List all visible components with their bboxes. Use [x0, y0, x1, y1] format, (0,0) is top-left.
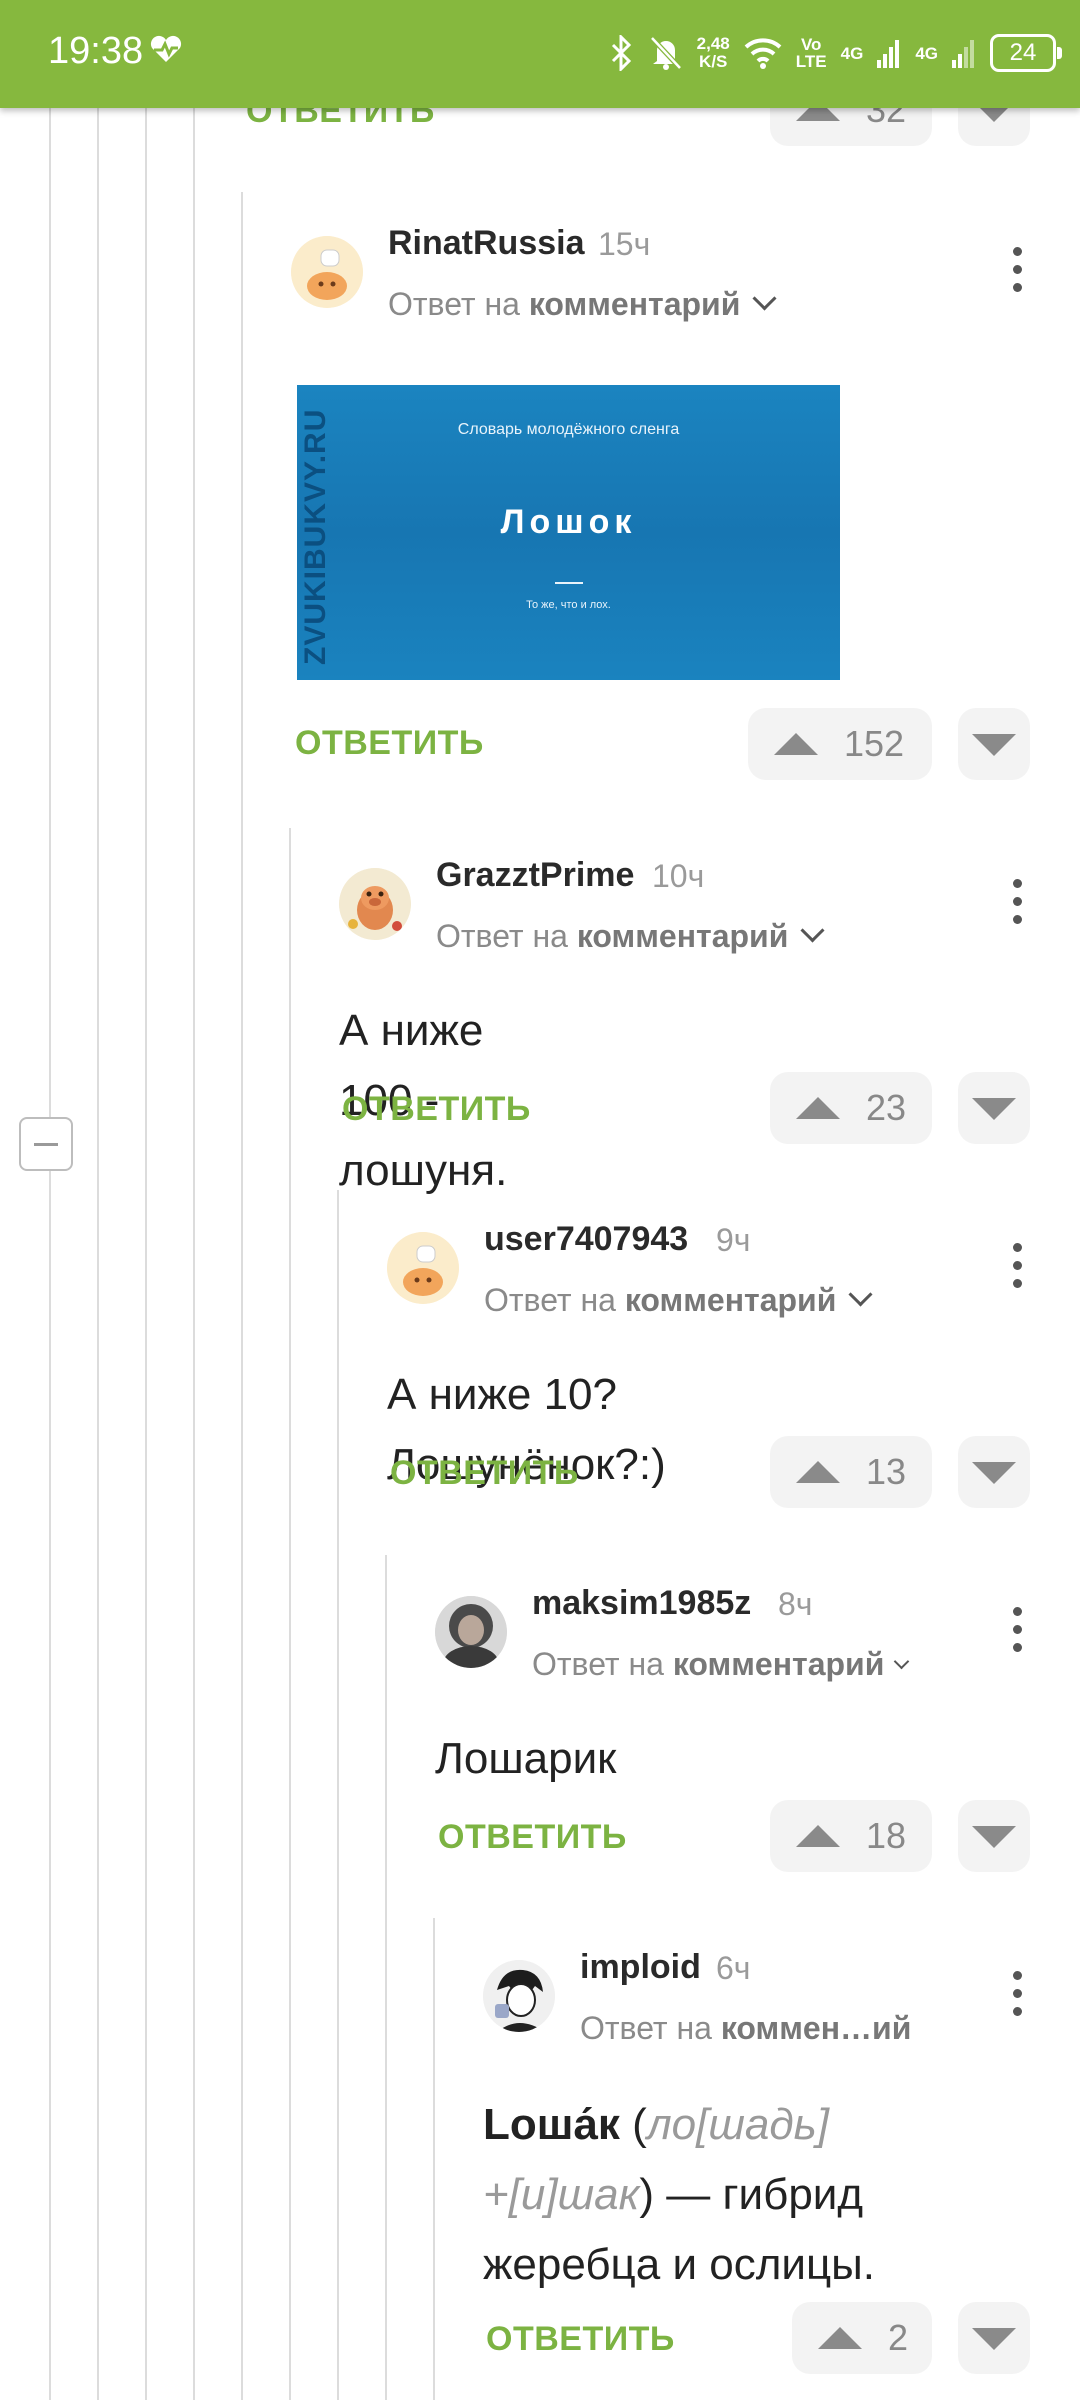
- comment-time: 10ч: [652, 858, 705, 894]
- thread-line[interactable]: [241, 192, 243, 2400]
- thread-line: [49, 108, 51, 2400]
- upvote-button[interactable]: 18: [770, 1800, 932, 1872]
- comment-time: 8ч: [778, 1586, 813, 1622]
- upvote-button[interactable]: 2: [792, 2302, 932, 2374]
- more-options-icon[interactable]: [1012, 247, 1022, 292]
- thread-line[interactable]: [433, 1918, 435, 2400]
- more-options-icon[interactable]: [1012, 879, 1022, 924]
- downvote-button[interactable]: [958, 708, 1030, 780]
- man-avatar-icon: [435, 1596, 507, 1668]
- more-options-icon[interactable]: [1012, 1971, 1022, 2016]
- comment-time: 15ч: [598, 226, 651, 262]
- downvote-button[interactable]: [958, 2302, 1030, 2374]
- thread-line[interactable]: [289, 828, 291, 2400]
- chef-avatar-icon: [291, 236, 363, 308]
- reply-to[interactable]: Ответ на комментарий: [484, 1282, 873, 1319]
- upvote-button[interactable]: 13: [770, 1436, 932, 1508]
- vote-count: 23: [866, 1087, 907, 1128]
- upvote-button[interactable]: 152: [748, 708, 932, 780]
- reply-button[interactable]: ОТВЕТИТЬ: [438, 1818, 627, 1857]
- arrow-up-icon: [818, 2327, 862, 2349]
- collapse-thread-button[interactable]: [19, 1117, 73, 1171]
- avatar[interactable]: [387, 1232, 459, 1304]
- downvote-button[interactable]: [958, 1436, 1030, 1508]
- vote-count: 2: [888, 2317, 909, 2358]
- vote-count: 13: [866, 1451, 907, 1492]
- vote-count: 18: [866, 1815, 907, 1856]
- author-name[interactable]: user7407943: [484, 1220, 688, 1259]
- arrow-down-icon: [972, 1462, 1016, 1484]
- reply-button[interactable]: ОТВЕТИТЬ: [390, 1454, 579, 1493]
- upvote-button[interactable]: 23: [770, 1072, 932, 1144]
- wifi-icon: [744, 38, 782, 69]
- signal-icon-2: [952, 40, 974, 68]
- thread-line[interactable]: [337, 1190, 339, 2400]
- thread-line[interactable]: [385, 1555, 387, 2400]
- image-caption-top: Словарь молодёжного сленга: [457, 421, 680, 438]
- more-options-icon[interactable]: [1012, 1607, 1022, 1652]
- comment-time: 9ч: [716, 1222, 751, 1258]
- reply-to[interactable]: Ответ на комментарий: [436, 918, 825, 955]
- chef-avatar-icon: [387, 1232, 459, 1304]
- vote-count: 152: [844, 723, 905, 764]
- author-name[interactable]: GrazztPrime: [436, 856, 634, 895]
- arrow-down-icon: [972, 1098, 1016, 1120]
- battery-indicator: 24: [990, 34, 1062, 72]
- author-name[interactable]: maksim1985z: [532, 1584, 751, 1623]
- manga-avatar-icon: [483, 1960, 555, 2032]
- author-name[interactable]: RinatRussia: [388, 224, 585, 263]
- avatar[interactable]: [291, 236, 363, 308]
- arrow-up-icon: [796, 1461, 840, 1483]
- arrow-up-icon: [796, 1097, 840, 1119]
- thread-line: [97, 108, 99, 2400]
- status-time: 19:38: [48, 30, 144, 72]
- reply-button[interactable]: ОТВЕТИТЬ: [295, 724, 484, 763]
- image-word: Лошок: [500, 503, 637, 541]
- reply-to[interactable]: Ответ на коммен…ий: [580, 2010, 911, 2047]
- chevron-down-icon: [894, 1653, 910, 1670]
- thread-line: [145, 108, 147, 2400]
- chevron-down-icon: [752, 286, 777, 311]
- downvote-button[interactable]: [958, 1800, 1030, 1872]
- comment-image[interactable]: ZVUKIBUKVY.RU Словарь молодёжного сленга…: [297, 385, 840, 680]
- comment-time: 6ч: [716, 1950, 751, 1986]
- network-4g-2: 4G: [915, 43, 938, 63]
- arrow-down-icon: [972, 2328, 1016, 2350]
- avatar[interactable]: [483, 1960, 555, 2032]
- image-definition: То же, что и лох.: [526, 599, 611, 611]
- heart-pulse-icon: [150, 35, 182, 62]
- pig-avatar-icon: [339, 868, 411, 940]
- reply-to[interactable]: Ответ на комментарий: [532, 1646, 910, 1683]
- comment-text: Loша́к (ло[шадь] +[и]шак) — гибрид жереб…: [483, 2100, 876, 2289]
- network-4g-1: 4G: [840, 43, 864, 63]
- arrow-down-icon: [972, 734, 1016, 756]
- volte-indicator: Vo LTE: [795, 35, 827, 71]
- net-speed: 2,48 K/S: [696, 34, 730, 71]
- status-bar: 19:38 2,48 K/S Vo LTE 4G 4G 24: [0, 0, 1080, 108]
- reply-button[interactable]: ОТВЕТИТЬ: [486, 2320, 675, 2359]
- comment-text: Лошарик: [435, 1734, 617, 1783]
- downvote-button[interactable]: [958, 1072, 1030, 1144]
- mute-bell-icon: [649, 36, 682, 70]
- arrow-down-icon: [972, 1826, 1016, 1848]
- author-name[interactable]: imploid: [580, 1948, 701, 1987]
- bluetooth-icon: [611, 35, 631, 71]
- reply-to[interactable]: Ответ на комментарий: [388, 286, 777, 323]
- signal-icon: [877, 40, 900, 68]
- image-divider: [555, 582, 583, 584]
- arrow-up-icon: [774, 733, 818, 755]
- reply-button[interactable]: ОТВЕТИТЬ: [342, 1090, 531, 1129]
- arrow-up-icon: [796, 1825, 840, 1847]
- chevron-down-icon: [848, 1282, 873, 1307]
- avatar[interactable]: [339, 868, 411, 940]
- thread-line: [193, 108, 195, 2400]
- avatar[interactable]: [435, 1596, 507, 1668]
- chevron-down-icon: [800, 918, 825, 943]
- more-options-icon[interactable]: [1012, 1243, 1022, 1288]
